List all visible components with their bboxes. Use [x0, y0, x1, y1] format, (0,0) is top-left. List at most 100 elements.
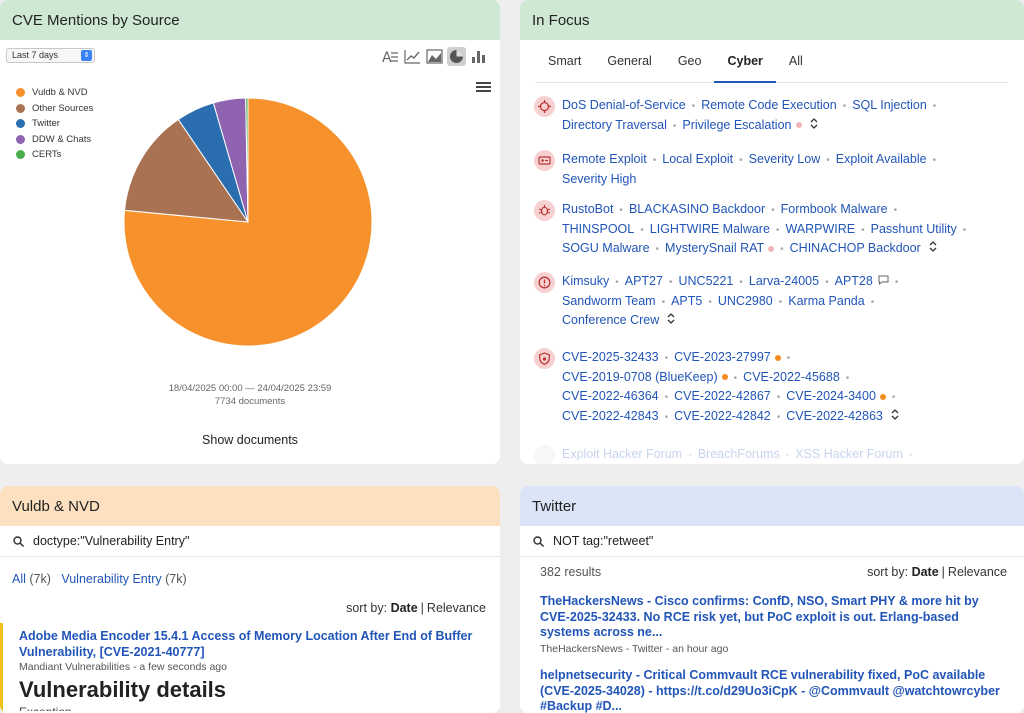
sort-control: sort by: Date | Relevance [346, 601, 486, 615]
legend-item[interactable]: DDW & Chats [16, 132, 93, 148]
legend-item[interactable]: Twitter [16, 116, 93, 132]
sort-date-option[interactable]: Date [391, 601, 418, 615]
panel-title: CVE Mentions by Source [0, 0, 500, 40]
focus-tag-link[interactable]: CVE-2022-42867 [674, 389, 771, 403]
focus-tag-link[interactable]: WARPWIRE [785, 222, 855, 236]
focus-tag-link[interactable]: CVE-2022-42843 [562, 409, 659, 423]
svg-text:A: A [382, 50, 392, 64]
separator-dot: • [932, 155, 937, 166]
tab-general[interactable]: General [594, 40, 664, 83]
sort-relevance-option[interactable]: Relevance [427, 601, 486, 615]
focus-tag-link[interactable]: Formbook Malware [781, 202, 888, 216]
pie-chart-icon[interactable] [447, 47, 466, 66]
separator-dot: • [640, 224, 644, 236]
focus-tag-link[interactable]: APT27 [625, 274, 663, 288]
focus-tag-link[interactable]: LIGHTWIRE Malware [650, 222, 770, 236]
area-chart-icon[interactable] [425, 47, 444, 66]
focus-tag-link[interactable]: Larva-24005 [749, 274, 819, 288]
expand-chevron-icon[interactable] [929, 241, 937, 254]
text-direction-icon[interactable]: A [381, 47, 400, 66]
comment-icon[interactable] [878, 274, 889, 288]
sort-date-option[interactable]: Date [912, 565, 939, 579]
focus-tag-link[interactable]: Exploit Available [836, 152, 927, 166]
focus-tag-link[interactable]: CVE-2023-27997 [674, 350, 771, 364]
result-title-link[interactable]: Adobe Media Encoder 15.4.1 Access of Mem… [19, 629, 479, 660]
focus-tag-link[interactable]: Severity High [562, 172, 636, 186]
focus-tag-link[interactable]: Exploit Hacker Forum [562, 447, 682, 461]
facet-vulnerability-entry[interactable]: Vulnerability Entry [61, 572, 161, 586]
focus-tag-link[interactable]: Directory Traversal [562, 118, 667, 132]
chart-type-toolbar: A [381, 47, 488, 66]
focus-tag-link[interactable]: MysterySnail RAT [665, 241, 764, 255]
focus-tag-link[interactable]: CVE-2022-42863 [786, 409, 883, 423]
focus-line: CVE-2022-42843 • CVE-2022-42842 • CVE-2022-4… [562, 407, 1012, 427]
bar-chart-icon[interactable] [469, 47, 488, 66]
focus-tag-link[interactable]: Passhunt Utility [871, 222, 957, 236]
tab-smart[interactable]: Smart [535, 40, 594, 83]
tab-all[interactable]: All [776, 40, 816, 83]
legend-item[interactable]: Other Sources [16, 101, 93, 117]
focus-line: Exploit Hacker Forum • BreachForums • XSS Ha… [562, 445, 1012, 464]
focus-line: DoS Denial-of-Service • Remote Code Execut… [562, 96, 1012, 116]
focus-tag-link[interactable]: XSS Hacker Forum [795, 447, 903, 461]
crosshair-icon [534, 96, 555, 117]
sort-relevance-option[interactable]: Relevance [948, 565, 1007, 579]
sort-label: sort by: [346, 601, 388, 615]
focus-tag-link[interactable]: UNC2980 [718, 294, 773, 308]
show-documents-button[interactable]: Show documents [0, 433, 500, 447]
expand-chevron-icon[interactable] [667, 313, 675, 326]
query-bar[interactable]: NOT tag:"retweet" [520, 526, 1024, 557]
tweet-title-link[interactable]: helpnetsecurity - Critical Commvault RCE… [540, 668, 1000, 713]
separator-dot: • [664, 411, 669, 423]
date-range-select[interactable]: Last 7 days ⇕ [6, 48, 95, 63]
focus-tag-link[interactable]: Kimsuky [562, 274, 609, 288]
expand-chevron-icon[interactable] [810, 117, 818, 131]
focus-tag-link[interactable]: CHINACHOP Backdoor [790, 241, 921, 255]
legend-item[interactable]: Vuldb & NVD [16, 85, 93, 101]
query-bar[interactable]: doctype:"Vulnerability Entry" [0, 526, 500, 557]
focus-tag-link[interactable]: CVE-2022-42842 [674, 409, 771, 423]
focus-tag-link[interactable]: Remote Code Execution [701, 98, 837, 112]
focus-tag-link[interactable]: CVE-2022-45688 [743, 370, 840, 384]
separator-dot: • [739, 277, 743, 288]
expand-chevron-icon[interactable] [891, 408, 899, 422]
focus-tag-link[interactable]: Conference Crew [562, 313, 659, 327]
hamburger-menu-icon[interactable] [476, 80, 491, 98]
focus-tag-link[interactable]: SOGU Malware [562, 241, 650, 255]
line-chart-icon[interactable] [403, 47, 422, 66]
focus-tag-link[interactable]: BLACKASINO Backdoor [629, 202, 765, 216]
facet-all[interactable]: All [12, 572, 26, 586]
focus-tag-link[interactable]: SQL Injection [852, 98, 927, 112]
date-range-caption: 18/04/2025 00:00 — 24/04/2025 23:59 7734… [0, 382, 500, 408]
exploit-icon [534, 150, 555, 171]
result-item: Adobe Media Encoder 15.4.1 Access of Mem… [0, 623, 500, 713]
tab-geo[interactable]: Geo [665, 40, 715, 83]
focus-tag-link[interactable]: DoS Denial-of-Service [562, 98, 686, 112]
focus-tag-link[interactable]: CVE-2019-0708 (BlueKeep) [562, 370, 718, 384]
focus-tag-link[interactable]: UNC5221 [678, 274, 733, 288]
focus-tag-link[interactable]: Severity Low [749, 152, 821, 166]
sort-control: sort by: Date | Relevance [867, 565, 1007, 579]
focus-tag-link[interactable]: RustoBot [562, 202, 613, 216]
focus-tag-link[interactable]: Sandworm Team [562, 294, 656, 308]
focus-tag-link[interactable]: BreachForums [698, 447, 780, 461]
focus-tag-link[interactable]: Remote Exploit [562, 152, 647, 166]
separator-dot: • [771, 205, 775, 216]
tab-cyber[interactable]: Cyber [714, 40, 776, 83]
focus-tag-link[interactable]: CVE-2025-32433 [562, 350, 659, 364]
focus-tag-link[interactable]: THINSPOOL [562, 222, 634, 236]
select-arrows-icon: ⇕ [81, 50, 92, 61]
focus-tag-link[interactable]: APT5 [671, 294, 702, 308]
search-icon [533, 535, 544, 547]
focus-tag-link[interactable]: APT28 [835, 274, 873, 288]
focus-tag-link[interactable]: Karma Panda [788, 294, 864, 308]
faded-forum-group: Exploit Hacker Forum • BreachForums • XSS Ha… [534, 445, 1014, 464]
legend-item[interactable]: CERTs [16, 147, 93, 163]
focus-tag-link[interactable]: Privilege Escalation [682, 118, 791, 132]
focus-tag-link[interactable]: CVE-2022-46364 [562, 389, 659, 403]
tweet-title-link[interactable]: TheHackersNews - Cisco confirms: ConfD, … [540, 594, 1000, 641]
separator-dot: • [652, 155, 657, 166]
focus-tag-link[interactable]: Local Exploit [662, 152, 733, 166]
tweet-item: TheHackersNews - Cisco confirms: ConfD, … [540, 594, 1000, 655]
focus-tag-link[interactable]: CVE-2024-3400 [786, 389, 876, 403]
